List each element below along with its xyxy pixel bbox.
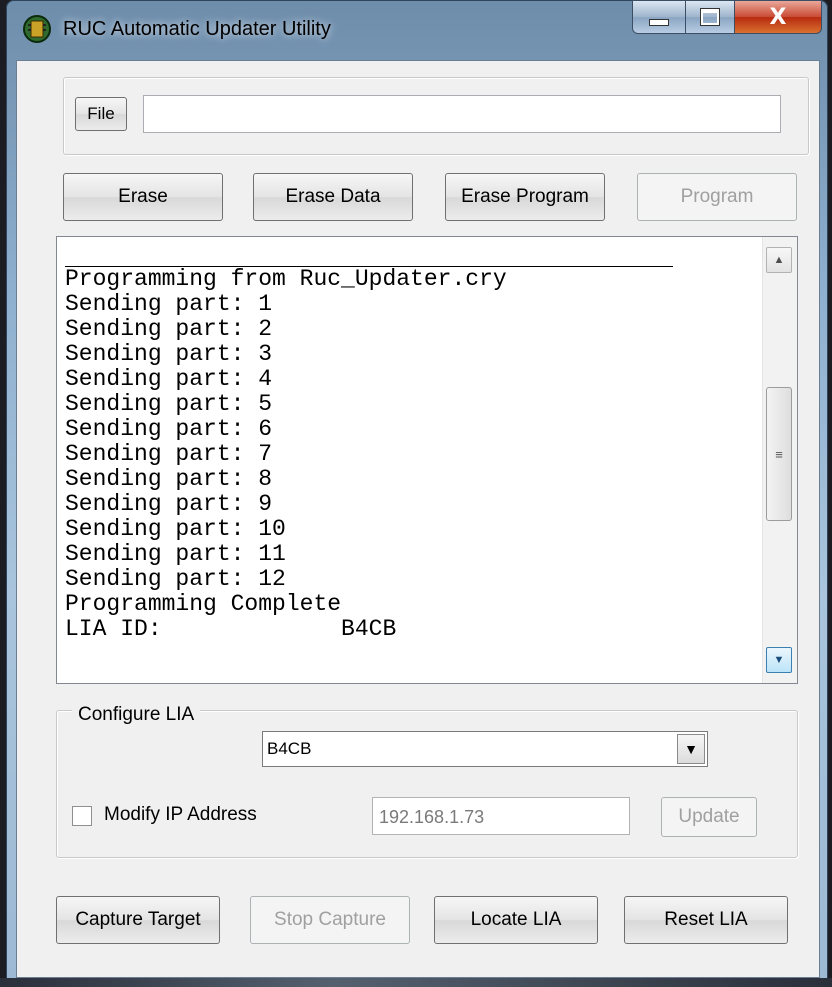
log-line: Sending part: 12 [65, 566, 286, 592]
log-line: Sending part: 9 [65, 491, 273, 517]
log-line: Sending part: 4 [65, 366, 273, 392]
lia-select[interactable]: B4CB ▼ [262, 731, 708, 767]
log-text: Programming from Ruc_Updater.cry Sending … [65, 267, 507, 642]
modify-ip-label: Modify IP Address [104, 804, 257, 825]
modify-ip-checkbox[interactable] [72, 806, 92, 826]
locate-lia-button[interactable]: Locate LIA [434, 896, 598, 944]
file-button[interactable]: File [75, 97, 127, 131]
maximize-icon [700, 8, 720, 26]
grip-icon: ≡ [775, 446, 783, 462]
scroll-thumb[interactable]: ≡ [766, 387, 792, 521]
close-icon: X [769, 4, 787, 30]
reset-lia-button[interactable]: Reset LIA [624, 896, 788, 944]
title-bar[interactable]: RUC Automatic Updater Utility X [6, 0, 828, 62]
taskbar-strip [0, 978, 832, 987]
maximize-button[interactable] [686, 0, 735, 34]
log-line: Sending part: 7 [65, 441, 273, 467]
log-line: Sending part: 8 [65, 466, 273, 492]
close-button[interactable]: X [735, 0, 822, 34]
log-line: Sending part: 2 [65, 316, 273, 342]
app-chip-icon [23, 15, 51, 43]
lia-select-value: B4CB [267, 739, 312, 758]
log-line: Sending part: 1 [65, 291, 273, 317]
scroll-down-arrow-icon[interactable]: ▼ [766, 647, 792, 673]
minimize-icon [649, 18, 669, 26]
log-line: Sending part: 6 [65, 416, 273, 442]
app-window: RUC Automatic Updater Utility X File Era… [6, 0, 828, 984]
capture-target-button[interactable]: Capture Target [56, 896, 220, 944]
window-title: RUC Automatic Updater Utility [63, 18, 331, 40]
minimize-button[interactable] [632, 0, 686, 34]
erase-program-button[interactable]: Erase Program [445, 173, 605, 221]
stop-capture-button[interactable]: Stop Capture [250, 896, 410, 944]
scroll-up-arrow-icon[interactable]: ▲ [766, 247, 792, 273]
ip-address-field[interactable]: 192.168.1.73 [372, 797, 630, 835]
log-line: LIA ID: B4CB [65, 616, 397, 642]
file-path-input[interactable] [143, 95, 781, 133]
log-scrollbar[interactable]: ▲ ≡ ▼ [762, 237, 797, 683]
log-line: Sending part: 5 [65, 391, 273, 417]
dropdown-arrow-icon[interactable]: ▼ [677, 734, 705, 764]
log-line: Programming Complete [65, 591, 342, 617]
erase-button[interactable]: Erase [63, 173, 223, 221]
erase-data-button[interactable]: Erase Data [253, 173, 413, 221]
program-button[interactable]: Program [637, 173, 797, 221]
log-line: Sending part: 3 [65, 341, 273, 367]
configure-lia-legend: Configure LIA [72, 704, 201, 726]
log-line: Sending part: 11 [65, 541, 286, 567]
update-button[interactable]: Update [661, 797, 757, 837]
log-line: Sending part: 10 [65, 516, 286, 542]
output-log[interactable]: Programming from Ruc_Updater.cry Sending … [56, 236, 798, 684]
log-line: Programming from Ruc_Updater.cry [65, 266, 507, 292]
